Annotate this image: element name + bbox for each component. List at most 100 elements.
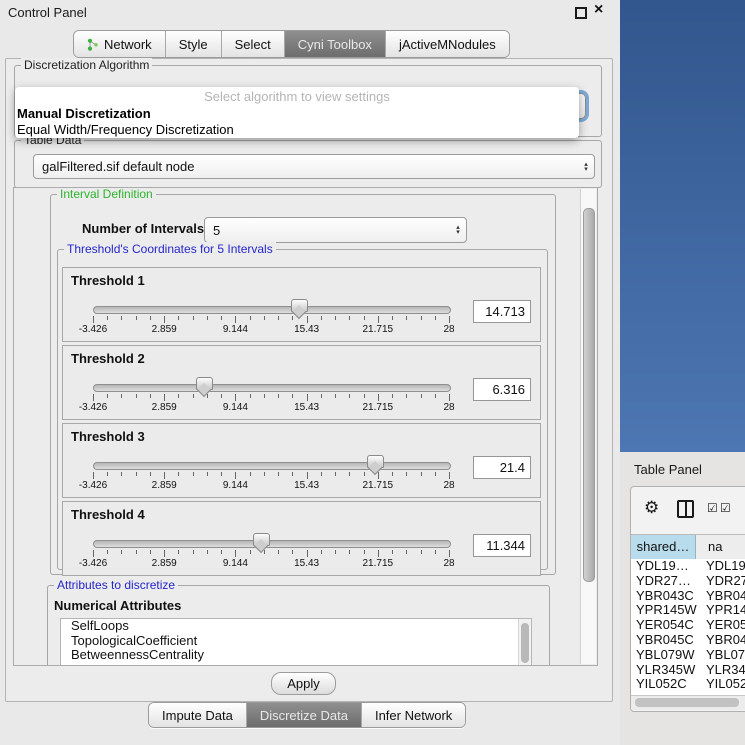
tab-impute-data[interactable]: Impute Data (149, 703, 247, 727)
table-data-combo[interactable]: galFiltered.sif default node ▴▾ (33, 154, 595, 179)
tick-mark (307, 394, 308, 401)
table-hscrollbar-thumb[interactable] (635, 698, 739, 707)
tick-mark (207, 394, 208, 398)
threshold-slider-track[interactable] (93, 306, 451, 314)
tick-mark (292, 394, 293, 398)
tick-mark (292, 316, 293, 320)
threshold-value-field[interactable]: 21.4 (473, 456, 531, 479)
table-header-row: shared…na (631, 534, 745, 560)
tick-label: 9.144 (210, 480, 260, 491)
float-window-icon[interactable] (575, 7, 587, 19)
threshold-value-field[interactable]: 6.316 (473, 378, 531, 401)
threshold-slider-track[interactable] (93, 540, 451, 548)
number-of-intervals-spinner[interactable]: 5 ▴▾ (204, 217, 467, 243)
tab-label: Style (179, 37, 208, 52)
table-row[interactable]: YBR043CYBR043C (631, 589, 745, 604)
threshold-label: Threshold 1 (71, 273, 145, 288)
threshold-slider-thumb[interactable] (367, 455, 384, 468)
tab-cyni-toolbox[interactable]: Cyni Toolbox (285, 31, 386, 57)
tab-style[interactable]: Style (166, 31, 222, 57)
table-data-combo-value: galFiltered.sif default node (34, 159, 578, 174)
threshold-slider-thumb[interactable] (196, 377, 213, 390)
tab-network[interactable]: Network (74, 31, 166, 57)
threshold-list: Threshold 1-3.4262.8599.14415.4321.71528… (62, 267, 541, 579)
tab-infer-network[interactable]: Infer Network (362, 703, 465, 727)
close-panel-icon[interactable]: × (594, 1, 603, 19)
tick-mark (278, 550, 279, 554)
tab-discretize-data[interactable]: Discretize Data (247, 703, 362, 727)
table-panel-title: Table Panel (634, 462, 702, 477)
tick-mark (93, 550, 94, 557)
algorithm-option-manual-discretization[interactable]: Manual Discretization (15, 106, 579, 122)
table-row[interactable]: YBL079WYBL079W (631, 648, 745, 663)
interval-definition-title: Interval Definition (57, 187, 156, 201)
table-hscrollbar[interactable] (631, 695, 745, 710)
attributes-scrollbar-thumb[interactable] (521, 623, 529, 663)
tick-label: -3.426 (68, 402, 118, 413)
tick-mark (307, 472, 308, 479)
table-row[interactable]: YBR045CYBR045C (631, 633, 745, 648)
column-header-shared[interactable]: shared… (631, 535, 696, 559)
tick-mark (107, 472, 108, 476)
tick-mark (221, 316, 222, 320)
tick-label: 9.144 (210, 324, 260, 335)
table-data-group: Table Data galFiltered.sif default node … (14, 140, 602, 188)
tick-mark (292, 472, 293, 476)
tick-mark (307, 550, 308, 557)
numerical-attributes-list[interactable]: SelfLoopsTopologicalCoefficientBetweenne… (60, 618, 532, 666)
tick-mark (421, 550, 422, 554)
threshold-slider-track[interactable] (93, 462, 451, 470)
table-row[interactable]: YDR27…YDR27 (631, 574, 745, 589)
apply-button[interactable]: Apply (271, 672, 336, 695)
cell-name: YIL052C (702, 677, 745, 692)
column-header-na[interactable]: na (696, 535, 745, 559)
threshold-block: Threshold 4-3.4262.8599.14415.4321.71528… (62, 501, 541, 576)
table-row[interactable]: YLR345WYLR345W (631, 663, 745, 678)
tick-mark (364, 394, 365, 398)
tick-mark (221, 550, 222, 554)
tab-select[interactable]: Select (222, 31, 285, 57)
table-rows: YDL19…YDL19YDR27…YDR27YBR043CYBR043CYPR1… (631, 559, 745, 695)
attributes-scrollbar[interactable] (518, 619, 531, 666)
checkbox-icon[interactable]: ☑ (720, 501, 731, 515)
tab-label: Network (104, 37, 152, 52)
gear-icon[interactable]: ⚙ (644, 498, 659, 518)
attribute-item-topologicalcoefficient[interactable]: TopologicalCoefficient (61, 634, 531, 649)
tick-mark (406, 472, 407, 476)
threshold-value-field[interactable]: 14.713 (473, 300, 531, 323)
tick-mark (235, 316, 236, 323)
threshold-value-field[interactable]: 11.344 (473, 534, 531, 557)
tick-label: 2.859 (139, 324, 189, 335)
tick-mark (421, 472, 422, 476)
threshold-slider-thumb[interactable] (291, 299, 308, 312)
tick-mark (349, 394, 350, 398)
number-of-intervals-value: 5 (205, 223, 450, 238)
tick-mark (278, 316, 279, 320)
attributes-group-title: Attributes to discretize (54, 578, 178, 592)
table-row[interactable]: YDL19…YDL19 (631, 559, 745, 574)
table-toolbar: ⚙ ☑ ☑ (631, 487, 745, 533)
viewport-scrollbar-thumb[interactable] (583, 208, 595, 582)
tick-mark (178, 550, 179, 554)
tick-mark (321, 394, 322, 398)
threshold-slider-thumb[interactable] (253, 533, 270, 546)
tab-jactivemnodules[interactable]: jActiveMNodules (386, 31, 509, 57)
attribute-item-selfloops[interactable]: SelfLoops (61, 619, 531, 634)
checkbox-icon[interactable]: ☑ (707, 501, 718, 515)
algorithm-option-equal-width-frequency-discretization[interactable]: Equal Width/Frequency Discretization (15, 122, 579, 138)
attribute-item-betweennesscentrality[interactable]: BetweennessCentrality (61, 648, 531, 663)
tick-mark (250, 550, 251, 554)
tick-mark (392, 316, 393, 320)
cell-shared-name: YDL19… (631, 559, 702, 574)
cell-shared-name: YPR145W (631, 603, 702, 618)
tick-mark (264, 316, 265, 320)
table-row[interactable]: YER054CYER054C (631, 618, 745, 633)
table-row[interactable]: YPR145WYPR145W (631, 603, 745, 618)
tick-mark (207, 316, 208, 320)
table-row[interactable]: YIL052CYIL052C (631, 677, 745, 692)
tick-label: 28 (424, 558, 474, 569)
threshold-slider-track[interactable] (93, 384, 451, 392)
split-columns-icon[interactable] (677, 500, 694, 518)
tick-mark (207, 550, 208, 554)
viewport-scrollbar[interactable] (580, 189, 596, 664)
